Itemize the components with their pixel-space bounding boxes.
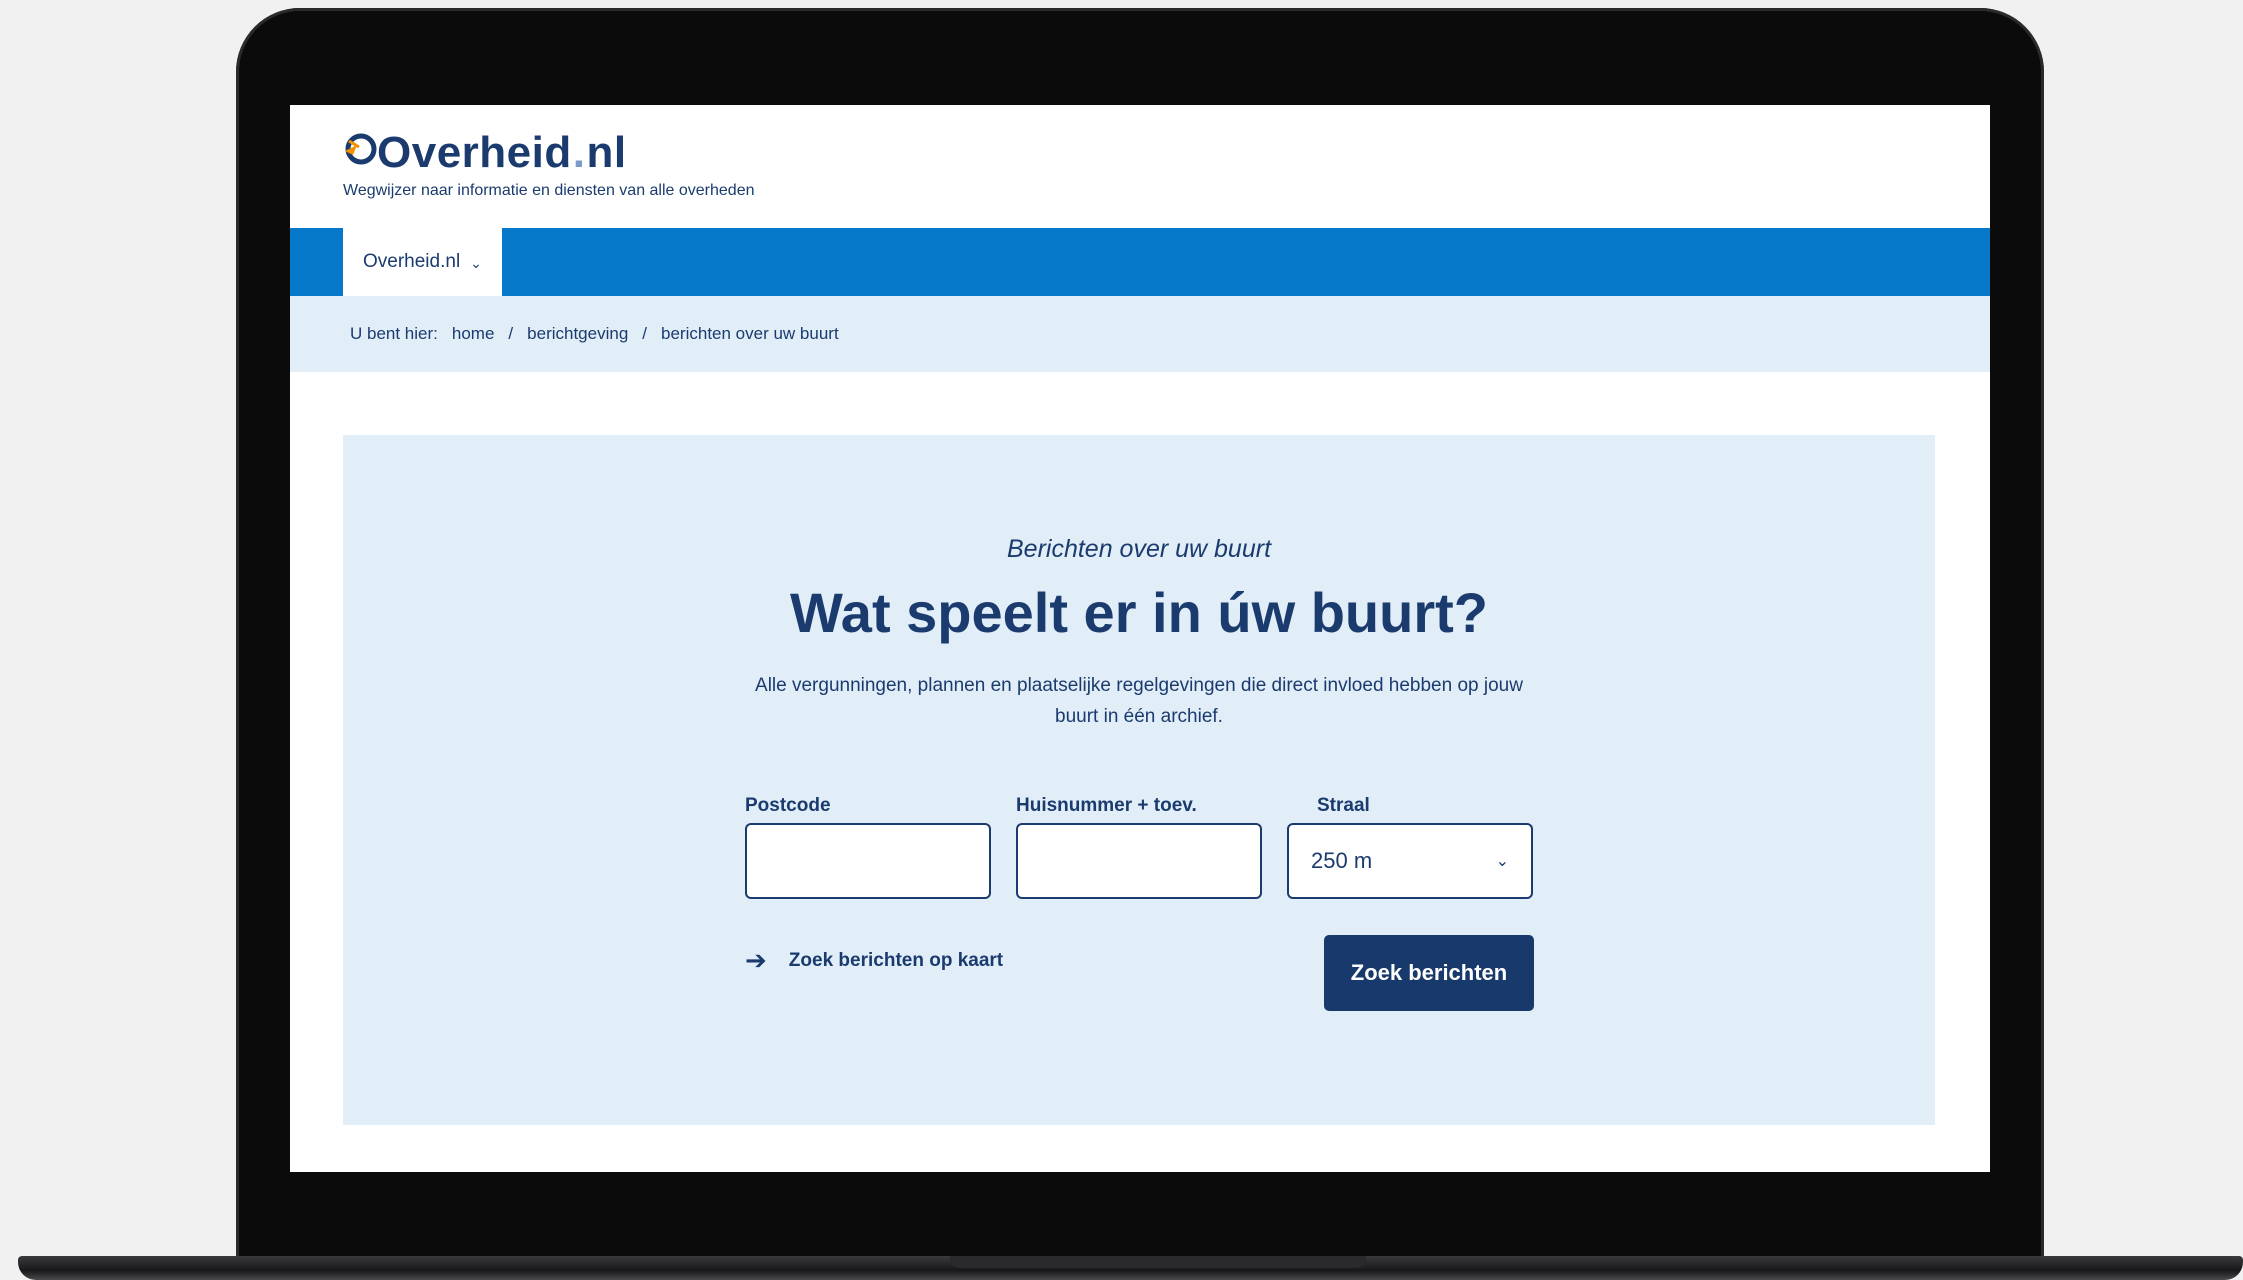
map-link-label: Zoek berichten op kaart <box>788 949 1004 971</box>
straal-select[interactable]: 250 m ⌄ <box>1287 823 1533 899</box>
breadcrumb-item-home[interactable]: home <box>452 324 495 344</box>
breadcrumb-item-current: berichten over uw buurt <box>661 324 839 343</box>
breadcrumb: U bent hier: home / berichtgeving / beri… <box>290 296 1990 372</box>
search-submit-button[interactable]: Zoek berichten <box>1324 935 1534 1011</box>
site-header: Overheid. nl Wegwijzer naar informatie en… <box>290 105 1990 228</box>
nav-tab-overheid[interactable]: Overheid.nl ⌄ <box>343 228 502 296</box>
straal-label: Straal <box>1317 795 1370 816</box>
breadcrumb-separator: / <box>642 324 648 343</box>
site-tagline: Wegwijzer naar informatie en diensten va… <box>343 182 755 199</box>
main-nav: Overheid.nl ⌄ <box>290 228 1990 296</box>
straal-field: Straal 250 m ⌄ <box>1287 795 1533 899</box>
hero-eyebrow: Berichten over uw buurt <box>1006 535 1272 563</box>
postcode-label: Postcode <box>745 795 831 816</box>
huisnummer-input[interactable] <box>1016 823 1262 899</box>
logo-tld: nl <box>586 128 627 177</box>
chevron-down-icon: ⌄ <box>1495 853 1509 870</box>
search-hero: Berichten over uw buurt Wat speelt er in… <box>343 435 1935 1125</box>
nav-tab-label: Overheid.nl <box>363 251 461 272</box>
laptop-base <box>18 1256 2243 1280</box>
search-on-map-link[interactable]: ➔ Zoek berichten op kaart <box>745 945 1003 976</box>
breadcrumb-prefix: U bent hier: <box>350 324 438 343</box>
postcode-field: Postcode <box>745 795 991 899</box>
laptop-notch <box>950 1256 1366 1268</box>
page-title: Wat speelt er in úw buurt? <box>790 581 1488 644</box>
search-form: Postcode Huisnummer + toev. Straal 250 m… <box>745 795 1534 1015</box>
chevron-down-icon: ⌄ <box>470 254 482 271</box>
hero-description: Alle vergunningen, plannen en plaatselij… <box>755 675 1523 727</box>
straal-selected-value: 250 m <box>1311 848 1373 873</box>
site-logo[interactable]: Overheid. nl <box>343 127 1990 178</box>
huisnummer-label: Huisnummer + toev. <box>1016 795 1197 816</box>
sunrise-o-icon <box>343 127 377 167</box>
logo-text: Overheid <box>377 128 572 177</box>
arrow-right-icon: ➔ <box>745 945 767 975</box>
postcode-input[interactable] <box>745 823 991 899</box>
browser-screen: Overheid. nl Wegwijzer naar informatie en… <box>290 105 1990 1172</box>
breadcrumb-item-berichtgeving[interactable]: berichtgeving <box>527 324 628 344</box>
huisnummer-field: Huisnummer + toev. <box>1016 795 1262 899</box>
logo-dot: . <box>572 128 586 177</box>
breadcrumb-separator: / <box>508 324 514 343</box>
